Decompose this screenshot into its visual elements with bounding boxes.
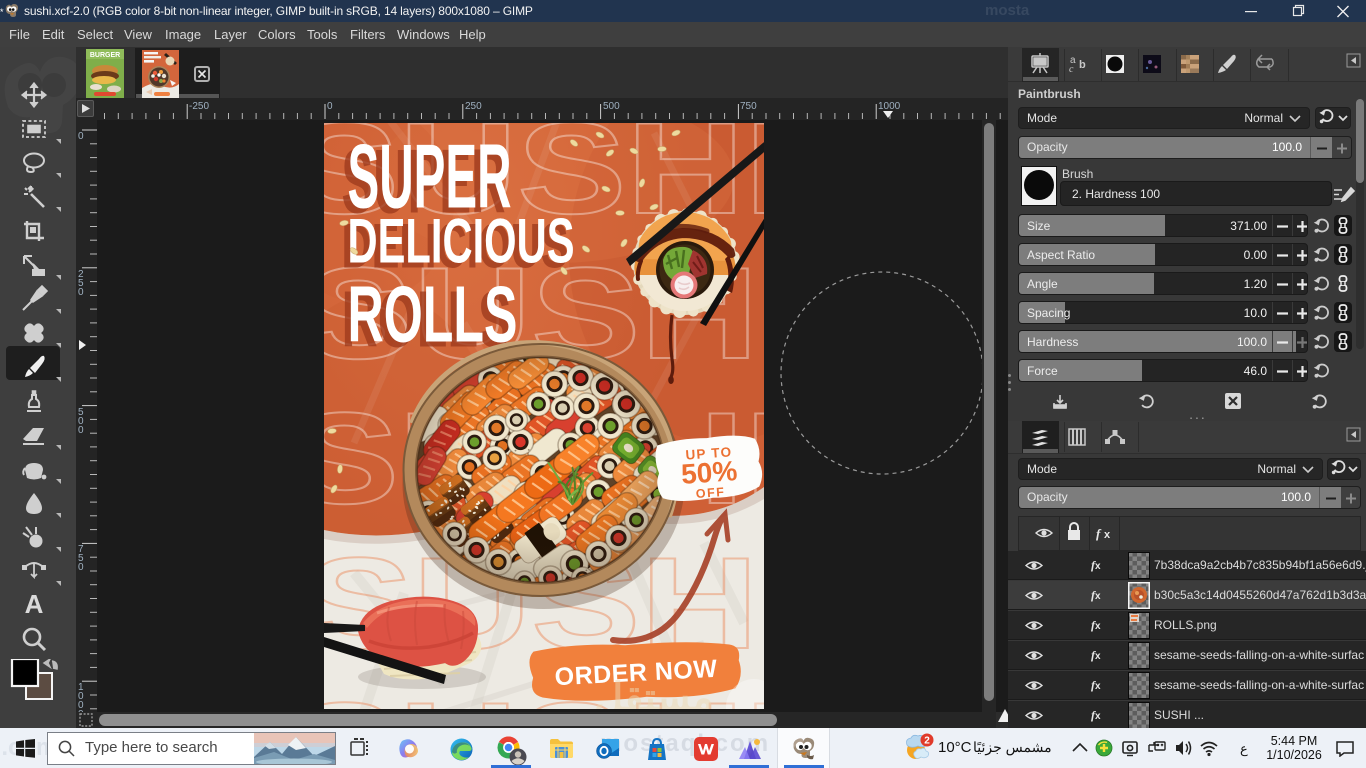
svg-text:OFF: OFF: [695, 485, 725, 501]
svg-text:2: 2: [924, 736, 930, 747]
svg-text:DELICIOUS: DELICIOUS: [347, 207, 574, 277]
svg-text:50%: 50%: [680, 455, 738, 490]
svg-text:A: A: [25, 589, 44, 619]
svg-text:ع: ع: [1240, 741, 1248, 757]
svg-text:ROLLS: ROLLS: [347, 270, 517, 359]
svg-text:b: b: [1079, 59, 1086, 71]
svg-text:x: x: [1104, 529, 1111, 541]
svg-text:مستقل: مستقل: [594, 676, 714, 709]
svg-text:c: c: [1069, 64, 1074, 75]
svg-text:BURGER: BURGER: [90, 52, 120, 59]
svg-text:f: f: [1096, 526, 1102, 541]
